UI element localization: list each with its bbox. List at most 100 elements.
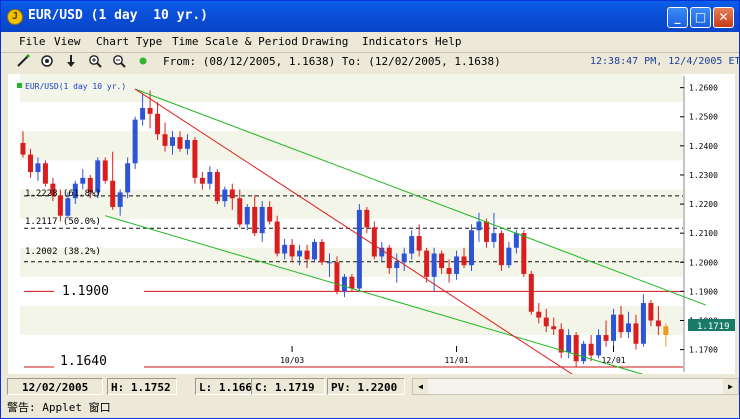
chart-band — [20, 131, 683, 161]
maximize-button[interactable]: □ — [690, 7, 711, 28]
horizontal-scrollbar[interactable]: ◀ ▶ — [412, 378, 739, 395]
candle-body — [27, 154, 33, 173]
close-button[interactable]: ✕ — [713, 7, 734, 28]
legend-swatch — [17, 83, 22, 88]
candle-body — [364, 209, 370, 228]
date-tick-label: 12/01 — [602, 356, 626, 365]
zoom-out-icon[interactable] — [111, 54, 127, 70]
candle-body — [170, 137, 175, 146]
candle-body — [162, 134, 168, 146]
candle-body — [513, 233, 519, 248]
candle-body — [155, 113, 161, 135]
candle-body — [416, 236, 422, 251]
toolbar: From: (08/12/2005, 1.1638) To: (12/02/20… — [1, 53, 740, 71]
candle-body — [304, 250, 310, 260]
candle-body — [611, 314, 617, 341]
candle-body — [618, 314, 624, 333]
candle-body — [371, 227, 377, 257]
status-bar: 12/02/2005 H: 1.1752 L: 1.1660 C: 1.1719… — [5, 378, 739, 396]
candle-body — [394, 262, 400, 269]
fib-label-500: 1.2117 (50.0%) — [25, 217, 101, 227]
menu-indicators[interactable]: Indicators — [362, 35, 428, 48]
candle-body — [222, 189, 228, 202]
candle-body — [566, 335, 572, 353]
status-pv: PV: 1.2200 — [327, 378, 405, 395]
candle-body — [431, 253, 437, 277]
status-close: C: 1.1719 — [251, 378, 325, 395]
title-bar[interactable]: J EUR/USD (1 day 10 yr.) _ □ ✕ — [1, 1, 739, 32]
candle-body — [581, 343, 587, 362]
applet-warning: 警告: Applet 窗口 — [7, 401, 111, 414]
candle-body — [356, 209, 362, 289]
menu-drawing[interactable]: Drawing — [302, 35, 348, 48]
candle-body — [229, 189, 235, 199]
candle-body — [386, 247, 392, 269]
candle-body — [110, 180, 116, 207]
status-high: H: 1.1752 — [107, 378, 177, 395]
candle-body — [35, 163, 41, 173]
candle-body — [267, 206, 273, 222]
candle-body — [476, 221, 482, 231]
menu-view[interactable]: View — [54, 35, 81, 48]
candle-body — [401, 253, 407, 263]
chart-band — [20, 305, 683, 336]
candle-body — [132, 119, 138, 164]
menu-file[interactable]: File — [19, 35, 46, 48]
candle-body — [543, 317, 549, 327]
minimize-button[interactable]: _ — [667, 7, 688, 28]
candle-body — [439, 253, 445, 269]
candle-body — [20, 142, 26, 155]
target-icon[interactable] — [39, 54, 55, 70]
down-arrow-icon[interactable] — [63, 54, 79, 70]
clock-text: 12:38:47 PM, 12/4/2005 ET — [590, 56, 740, 67]
price-tick-label: 1.2300 — [689, 171, 718, 180]
candle-body — [461, 256, 467, 266]
candle-body — [95, 160, 101, 193]
candle-body — [655, 320, 661, 327]
draw-line-icon[interactable] — [15, 54, 31, 70]
price-tick-label: 1.2100 — [689, 229, 718, 238]
candle-body — [506, 247, 512, 266]
fib-label-618: 1.2228 (61.8%) — [25, 189, 101, 199]
price-tick-label: 1.2200 — [689, 200, 718, 209]
candle-body — [102, 160, 108, 181]
price-tick-label: 1.2400 — [689, 142, 718, 151]
candle-body — [633, 323, 639, 344]
zoom-in-icon[interactable] — [87, 54, 103, 70]
date-tick-label: 10/03 — [280, 356, 304, 365]
candle-body — [282, 244, 288, 254]
candle-body — [140, 108, 146, 120]
candle-body — [498, 233, 504, 266]
candle-body — [640, 303, 646, 344]
menu-chart-type[interactable]: Chart Type — [96, 35, 162, 48]
menu-help[interactable]: Help — [435, 35, 462, 48]
fib-label-382: 1.2002 (38.2%) — [25, 247, 101, 257]
price-chart[interactable]: 1.2600 1.2500 1.2400 1.2300 1.2200 1.2100 1.20… — [8, 74, 735, 374]
candle-body — [528, 273, 534, 312]
candle-body — [491, 233, 497, 242]
candle-body — [147, 108, 153, 114]
candle-body — [663, 326, 669, 336]
candle-body — [558, 329, 564, 353]
scroll-right-icon[interactable]: ▶ — [723, 379, 738, 394]
candle-body — [409, 236, 415, 254]
java-coffee-icon[interactable]: J — [7, 9, 23, 25]
level-label-low: 1.1640 — [60, 354, 107, 369]
candle-body — [341, 276, 347, 292]
last-price-text: 1.1719 — [697, 322, 730, 332]
candle-body — [259, 206, 265, 234]
scroll-left-icon[interactable]: ◀ — [413, 379, 428, 394]
status-date: 12/02/2005 — [7, 378, 103, 395]
price-tick-label: 1.2500 — [689, 113, 718, 122]
candle-body — [469, 230, 474, 266]
green-dot-icon[interactable] — [135, 54, 151, 70]
menu-time-scale-period[interactable]: Time Scale & Period — [172, 35, 298, 48]
candle-body — [334, 262, 340, 292]
candle-body — [319, 241, 325, 263]
candle-body — [289, 244, 295, 257]
candle-body — [648, 303, 654, 321]
candle-body — [80, 177, 86, 184]
candle-body — [125, 163, 131, 193]
candle-body — [207, 172, 213, 184]
candle-body — [214, 172, 220, 202]
